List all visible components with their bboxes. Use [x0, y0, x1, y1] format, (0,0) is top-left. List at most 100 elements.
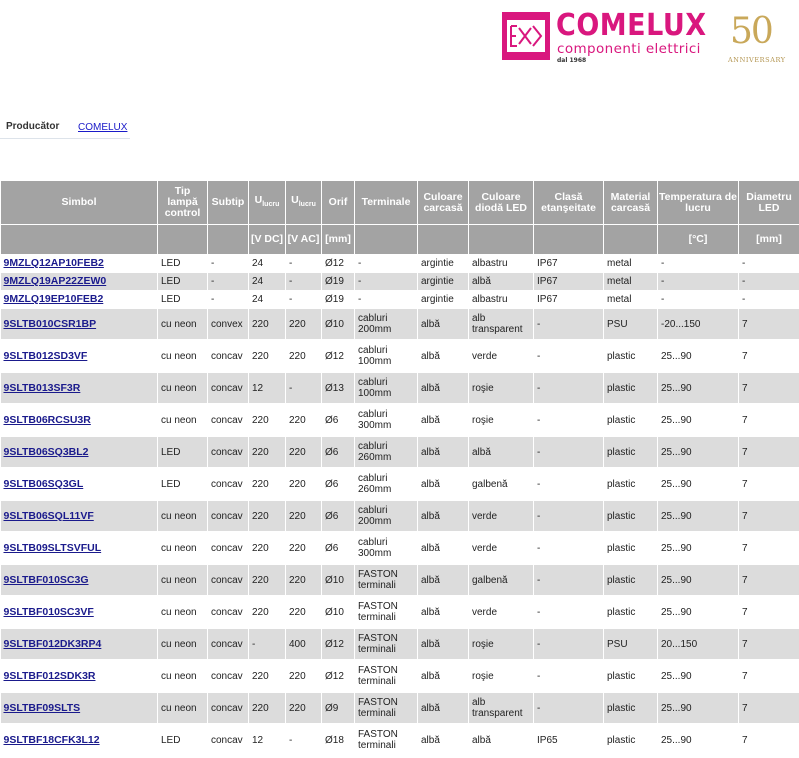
product-link[interactable]: 9SLTB06SQL11VF	[4, 510, 94, 522]
col-tip[interactable]: Tip lampă control	[157, 180, 208, 225]
cell-tip: cu neon	[157, 532, 208, 565]
product-link[interactable]: 9SLTB012SD3VF	[4, 350, 88, 362]
cell-culoare-carcasa: albă	[417, 724, 469, 757]
cell-culoare-carcasa: albă	[417, 468, 469, 501]
col-ulucru-ac[interactable]: Ulucru	[285, 180, 322, 225]
cell-diametru: 7	[738, 436, 799, 469]
product-link[interactable]: 9MZLQ12AP10FEB2	[4, 257, 104, 269]
table-row[interactable]: 9SLTBF012SDK3R cu neon concav 220 220 Ø12 FAST…	[0, 660, 799, 693]
table-row[interactable]: 9SLTBF010SC3G cu neon concav 220 220 Ø10 FASTO…	[0, 564, 799, 597]
cell-orif: Ø13	[321, 372, 355, 405]
cell-culoare-carcasa: albă	[417, 628, 469, 661]
cell-simbol: 9SLTB012SD3VF	[0, 340, 158, 373]
cell-tip: cu neon	[157, 372, 208, 405]
col-subtip[interactable]: Subtip	[207, 180, 249, 225]
comelux-logo[interactable]: COMELUX componenti elettrici dal 1968 50…	[502, 8, 792, 68]
col-simbol[interactable]: Simbol	[0, 180, 158, 225]
product-link[interactable]: 9MZLQ19EP10FEB2	[4, 293, 104, 305]
cell-vac: 220	[285, 308, 322, 341]
table-row[interactable]: 9SLTB010CSR1BP cu neon convex 220 220 Ø10 cabl…	[0, 308, 799, 341]
table-row[interactable]: 9SLTB06SQL11VF cu neon concav 220 220 Ø6 cablu…	[0, 500, 799, 533]
product-link[interactable]: 9SLTB06SQ3GL	[4, 478, 84, 490]
product-link[interactable]: 9SLTBF010SC3VF	[4, 606, 94, 618]
cell-terminale: cabluri 300mm	[354, 532, 418, 565]
product-link[interactable]: 9SLTB010CSR1BP	[4, 318, 97, 330]
cell-clasa: -	[533, 660, 604, 693]
cell-tip: cu neon	[157, 340, 208, 373]
cell-diametru: -	[738, 272, 799, 291]
product-link[interactable]: 9SLTB06SQ3BL2	[4, 446, 89, 458]
col-terminale[interactable]: Terminale	[354, 180, 418, 225]
product-link[interactable]: 9SLTB09SLTSVFUL	[4, 542, 102, 554]
col-culoare-dioda[interactable]: Culoare diodă LED	[468, 180, 534, 225]
cell-material: plastic	[603, 436, 658, 469]
product-link[interactable]: 9SLTBF012SDK3R	[4, 670, 96, 682]
cell-clasa: -	[533, 340, 604, 373]
cell-culoare-carcasa: albă	[417, 532, 469, 565]
cell-orif: Ø19	[321, 290, 355, 309]
cell-orif: Ø6	[321, 404, 355, 437]
table-row[interactable]: 9SLTB09SLTSVFUL cu neon concav 220 220 Ø6 cabl…	[0, 532, 799, 565]
col-orif[interactable]: Orif	[321, 180, 355, 225]
table-row[interactable]: 9SLTBF09SLTS cu neon concav 220 220 Ø9 FASTON …	[0, 692, 799, 725]
table-row[interactable]: 9MZLQ19AP22ZEW0 LED -24- Ø19- argintie albă IP…	[0, 272, 799, 291]
brand-since: dal 1968	[557, 57, 587, 64]
table-row[interactable]: 9MZLQ19EP10FEB2 LED -24- Ø19- argintie albast…	[0, 290, 799, 309]
product-link[interactable]: 9MZLQ19AP22ZEW0	[4, 275, 107, 287]
cell-vac: 220	[285, 564, 322, 597]
product-link[interactable]: 9SLTBF18CFK3L12	[4, 734, 100, 746]
table-row[interactable]: 9SLTBF010SC3VF cu neon concav 220 220 Ø10 FAST…	[0, 596, 799, 629]
cell-simbol: 9MZLQ19AP22ZEW0	[0, 272, 158, 291]
cell-culoare-carcasa: albă	[417, 564, 469, 597]
cell-simbol: 9SLTBF012SDK3R	[0, 660, 158, 693]
cell-orif: Ø18	[321, 724, 355, 757]
table-row[interactable]: 9SLTB013SF3R cu neon concav 12- Ø13 cabluri 1…	[0, 372, 799, 405]
table-row[interactable]: 9MZLQ12AP10FEB2 LED -24- Ø12- argintie albast…	[0, 254, 799, 273]
table-row[interactable]: 9SLTB012SD3VF cu neon concav 220 220 Ø12 cablu…	[0, 340, 799, 373]
producer-link[interactable]: COMELUX	[78, 122, 127, 133]
cell-vdc: 24	[248, 290, 286, 309]
unit-empty	[207, 224, 249, 255]
cell-temperatura: 25...90	[657, 660, 739, 693]
cell-culoare-dioda: roşie	[468, 628, 534, 661]
col-temperatura[interactable]: Temperatura de lucru	[657, 180, 739, 225]
cell-culoare-dioda: albastru	[468, 290, 534, 309]
col-material[interactable]: Material carcasă	[603, 180, 658, 225]
cell-orif: Ø10	[321, 308, 355, 341]
cell-diametru: 7	[738, 372, 799, 405]
cell-simbol: 9SLTBF18CFK3L12	[0, 724, 158, 757]
cell-vdc: 220	[248, 660, 286, 693]
col-clasa[interactable]: Clasă etanşeitate	[533, 180, 604, 225]
cell-material: metal	[603, 272, 658, 291]
cell-vac: 220	[285, 532, 322, 565]
table-row[interactable]: 9SLTBF012DK3RP4 cu neon concav -400 Ø12 FASTO…	[0, 628, 799, 661]
table-row[interactable]: 9SLTB06SQ3BL2 LED concav 220 220 Ø6 cabluri 26…	[0, 436, 799, 469]
product-link[interactable]: 9SLTBF010SC3G	[4, 574, 89, 586]
cell-material: PSU	[603, 308, 658, 341]
cell-culoare-dioda: verde	[468, 596, 534, 629]
table-row[interactable]: 9SLTBF18CFK3L12 LED concav 12- Ø18 FASTON ter…	[0, 724, 799, 757]
product-link[interactable]: 9SLTBF012DK3RP4	[4, 638, 102, 650]
unit-empty	[533, 224, 604, 255]
cell-orif: Ø6	[321, 468, 355, 501]
cell-culoare-carcasa: albă	[417, 436, 469, 469]
product-link[interactable]: 9SLTBF09SLTS	[4, 702, 81, 714]
cell-culoare-dioda: albă	[468, 272, 534, 291]
col-culoare-carcasa[interactable]: Culoare carcasă	[417, 180, 469, 225]
col-diametru[interactable]: Diametru LED	[738, 180, 799, 225]
cell-subtip: -	[207, 272, 249, 291]
anniversary-number: 50	[730, 11, 774, 52]
cell-temperatura: 20...150	[657, 628, 739, 661]
cell-terminale: cabluri 200mm	[354, 500, 418, 533]
cell-subtip: concav	[207, 692, 249, 725]
cell-temperatura: 25...90	[657, 436, 739, 469]
cell-culoare-carcasa: albă	[417, 340, 469, 373]
table-row[interactable]: 9SLTB06RCSU3R cu neon concav 220 220 Ø6 cablur…	[0, 404, 799, 437]
cell-subtip: concav	[207, 596, 249, 629]
col-ulucru-dc[interactable]: Ulucru	[248, 180, 286, 225]
unit-ac: [V AC]	[285, 224, 322, 255]
table-row[interactable]: 9SLTB06SQ3GL LED concav 220 220 Ø6 cabluri 260…	[0, 468, 799, 501]
product-link[interactable]: 9SLTB06RCSU3R	[4, 414, 91, 426]
product-link[interactable]: 9SLTB013SF3R	[4, 382, 81, 394]
cell-temperatura: 25...90	[657, 532, 739, 565]
